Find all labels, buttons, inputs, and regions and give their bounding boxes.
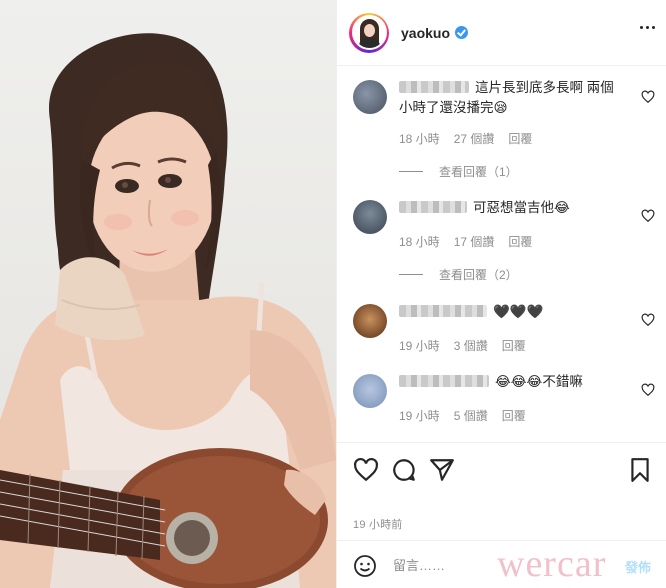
comment-like-heart-icon[interactable] [641,383,655,397]
comment-like-heart-icon[interactable] [641,209,655,223]
comment-time: 19 小時 [399,409,440,423]
replies-divider [399,274,423,275]
comment-likes[interactable]: 5 個讚 [454,407,488,424]
profile-avatar[interactable] [349,12,389,53]
post-timestamp[interactable]: 19 小時前 [353,516,403,532]
view-replies-label: 查看回覆（1） [439,165,518,179]
replies-divider [399,171,423,172]
comment-meta: 19 小時 5 個讚 回覆 [399,407,540,424]
comment-meta: 19 小時 3 個讚 回覆 [399,337,540,354]
comment-body: 可惡想當吉他😂 [399,198,627,218]
comment-time: 19 小時 [399,339,440,353]
comment-body: 🖤🖤🖤 [399,302,627,322]
post-side-panel: yaokuo 這片長到底多長啊 兩個小時了還沒播完😪 18 小時 27 個讚 回… [336,0,666,588]
comment-text: 🖤🖤🖤 [493,304,544,319]
comment-like-heart-icon[interactable] [641,313,655,327]
more-options-icon[interactable] [640,26,655,29]
paper-plane-icon[interactable] [429,457,455,483]
username[interactable]: yaokuo [401,25,450,41]
comment-meta: 18 小時 17 個讚 回覆 [399,233,546,250]
comment-composer: 發佈 [337,540,666,588]
commenter-avatar[interactable] [353,80,387,114]
comment-likes[interactable]: 17 個讚 [454,233,495,250]
post-photo[interactable] [0,0,336,588]
commenter-avatar[interactable] [353,304,387,338]
comment-body: 這片長到底多長啊 兩個小時了還沒播完😪 [399,78,627,118]
photo-illustration [0,33,336,588]
instagram-post: yaokuo 這片長到底多長啊 兩個小時了還沒播完😪 18 小時 27 個讚 回… [0,0,666,588]
post-comment-button[interactable]: 發佈 [625,557,651,576]
comment-meta: 18 小時 27 個讚 回覆 [399,130,546,147]
avatar-image [351,15,387,50]
commenter-avatar[interactable] [353,374,387,408]
comment-bubble-icon[interactable] [391,457,417,483]
comment-time: 18 小時 [399,132,440,146]
post-header: yaokuo [337,0,666,66]
comment-likes[interactable]: 27 個讚 [454,130,495,147]
commenter-username-blurred[interactable] [399,375,489,387]
comment-like-heart-icon[interactable] [641,90,655,104]
verified-badge-icon [455,26,469,39]
commenter-username-blurred[interactable] [399,201,467,213]
commenter-username-blurred[interactable] [399,305,487,317]
commenter-username-blurred[interactable] [399,81,469,93]
comment-text: 😂😂😂不錯嘛 [495,374,583,389]
view-replies-button[interactable]: 查看回覆（2） [399,266,518,283]
comment-input[interactable] [393,555,593,575]
post-action-bar [337,442,666,502]
reply-button[interactable]: 回覆 [508,130,532,147]
comment-body: 😂😂😂不錯嘛 [399,372,627,392]
reply-button[interactable]: 回覆 [502,337,526,354]
smiley-icon[interactable] [353,554,377,578]
heart-icon[interactable] [353,457,379,483]
comment-text: 可惡想當吉他😂 [473,200,570,215]
reply-button[interactable]: 回覆 [508,233,532,250]
bookmark-icon[interactable] [627,457,653,483]
reply-button[interactable]: 回覆 [502,407,526,424]
view-replies-button[interactable]: 查看回覆（1） [399,163,518,180]
comment-likes[interactable]: 3 個讚 [454,337,488,354]
comment-time: 18 小時 [399,235,440,249]
commenter-avatar[interactable] [353,200,387,234]
view-replies-label: 查看回覆（2） [439,268,518,282]
